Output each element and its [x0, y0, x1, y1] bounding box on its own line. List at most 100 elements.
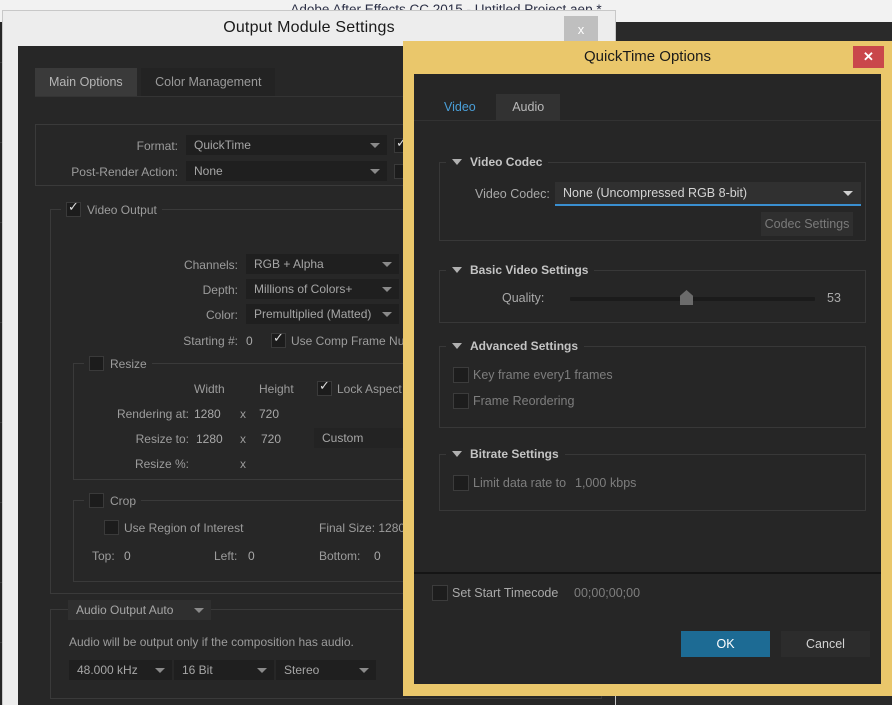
use-region-of-interest-checkbox[interactable]	[104, 520, 119, 535]
resize-x-separator: x	[240, 432, 246, 446]
chevron-down-icon	[382, 262, 392, 267]
audio-output-mode-dropdown[interactable]: Audio Output Auto	[68, 600, 211, 620]
channels-dropdown[interactable]: RGB + Alpha	[246, 254, 399, 274]
frame-reordering-label: Frame Reordering	[473, 394, 575, 408]
resize-preset-value: Custom	[322, 431, 364, 445]
close-icon[interactable]: x	[564, 16, 598, 42]
tab-color-management[interactable]: Color Management	[141, 68, 276, 96]
key-frame-every-value[interactable]: 1 frames	[564, 368, 613, 382]
width-column-header: Width	[194, 382, 225, 396]
tab-audio[interactable]: Audio	[496, 94, 561, 120]
height-column-header: Height	[259, 382, 294, 396]
audio-sample-rate-dropdown[interactable]: 48.000 kHz	[69, 660, 172, 680]
codec-settings-button[interactable]: Codec Settings	[761, 212, 853, 236]
advanced-settings-section-title: Advanced Settings	[446, 339, 585, 353]
crop-top-value[interactable]: 0	[124, 549, 131, 563]
quicktime-options-title: QuickTime Options	[584, 48, 711, 65]
basic-video-settings-section-label: Basic Video Settings	[470, 263, 589, 277]
resize-checkbox[interactable]	[89, 356, 104, 371]
key-frame-every-label: Key frame every	[473, 368, 565, 382]
starting-number-value[interactable]: 0	[246, 334, 253, 348]
ok-button[interactable]: OK	[681, 631, 770, 657]
video-codec-label: Video Codec:	[475, 187, 550, 201]
post-render-action-dropdown[interactable]: None	[186, 161, 387, 181]
chevron-down-icon	[359, 668, 369, 673]
use-comp-frame-number-checkbox[interactable]	[271, 330, 286, 348]
advanced-settings-section: Advanced Settings Key frame every 1 fram…	[439, 339, 866, 428]
quicktime-tabs: Video Audio	[428, 94, 561, 120]
limit-data-rate-checkbox[interactable]	[453, 475, 469, 491]
video-codec-section: Video Codec Video Codec: None (Uncompres…	[439, 155, 866, 241]
audio-channels-dropdown[interactable]: Stereo	[276, 660, 376, 680]
tab-video[interactable]: Video	[428, 94, 492, 120]
video-codec-section-title: Video Codec	[446, 155, 549, 169]
color-label: Color:	[205, 308, 238, 322]
channels-value: RGB + Alpha	[254, 257, 324, 271]
crop-checkbox[interactable]	[89, 493, 104, 508]
audio-output-note: Audio will be output only if the composi…	[69, 635, 354, 649]
quicktime-options-titlebar: QuickTime Options ✕	[403, 41, 892, 74]
video-codec-dropdown[interactable]: None (Uncompressed RGB 8-bit)	[555, 182, 861, 206]
output-module-tabs: Main Options Color Management	[35, 68, 276, 96]
video-output-checkbox[interactable]	[66, 199, 81, 217]
chevron-down-icon	[382, 312, 392, 317]
format-dropdown-value: QuickTime	[194, 138, 251, 152]
resize-to-label: Resize to:	[135, 432, 189, 446]
cancel-button[interactable]: Cancel	[781, 631, 870, 657]
bitrate-settings-section-title: Bitrate Settings	[446, 447, 565, 461]
footer-divider	[414, 572, 881, 574]
quality-value: 53	[827, 291, 841, 305]
limit-data-rate-value[interactable]: 1,000	[575, 476, 606, 490]
audio-bit-depth-value: 16 Bit	[182, 663, 213, 677]
close-icon[interactable]: ✕	[853, 46, 884, 68]
rendering-width-value: 1280	[194, 407, 221, 421]
quicktime-options-body: Video Audio Video Codec Video Codec: Non…	[414, 74, 881, 684]
set-start-timecode-label: Set Start Timecode	[452, 586, 559, 600]
key-frame-every-checkbox[interactable]	[453, 367, 469, 383]
output-module-settings-title: Output Module Settings	[223, 19, 395, 36]
chevron-down-icon[interactable]	[452, 159, 462, 165]
crop-bottom-value[interactable]: 0	[374, 549, 381, 563]
chevron-down-icon	[194, 608, 204, 613]
post-render-action-label: Post-Render Action:	[71, 165, 178, 179]
chevron-down-icon	[382, 287, 392, 292]
audio-bit-depth-dropdown[interactable]: 16 Bit	[174, 660, 274, 680]
resize-label: Resize	[110, 356, 147, 371]
starting-number-label: Starting #:	[183, 334, 238, 348]
chevron-down-icon[interactable]	[452, 451, 462, 457]
resize-width-value[interactable]: 1280	[196, 432, 223, 446]
start-timecode-value[interactable]: 00;00;00;00	[574, 586, 640, 600]
crop-bottom-label: Bottom:	[319, 549, 361, 563]
crop-left-value[interactable]: 0	[248, 549, 255, 563]
resize-percent-x-separator: x	[240, 457, 246, 471]
format-label: Format:	[136, 139, 178, 153]
format-dropdown[interactable]: QuickTime	[186, 135, 387, 155]
rendering-x-separator: x	[240, 407, 246, 421]
video-codec-section-label: Video Codec	[470, 155, 543, 169]
quality-slider-thumb[interactable]	[680, 290, 693, 305]
color-value: Premultiplied (Matted)	[254, 307, 372, 321]
chevron-down-icon[interactable]	[452, 267, 462, 273]
bitrate-settings-section-label: Bitrate Settings	[470, 447, 559, 461]
chevron-down-icon[interactable]	[452, 343, 462, 349]
quicktime-tabs-underline	[414, 120, 881, 121]
frame-reordering-checkbox[interactable]	[453, 393, 469, 409]
channels-label: Channels:	[183, 258, 238, 272]
audio-output-mode-value: Audio Output Auto	[76, 603, 174, 617]
tab-main-options[interactable]: Main Options	[35, 68, 137, 96]
rendering-at-label: Rendering at:	[116, 407, 189, 421]
resize-percent-label: Resize %:	[134, 457, 189, 471]
resize-height-value[interactable]: 720	[261, 432, 281, 446]
chevron-down-icon	[155, 668, 165, 673]
lock-aspect-ratio-checkbox[interactable]	[317, 378, 332, 396]
basic-video-settings-section: Basic Video Settings Quality: 53	[439, 263, 866, 323]
chevron-down-icon	[843, 191, 853, 196]
audio-channels-value: Stereo	[284, 663, 320, 677]
crop-label: Crop	[110, 493, 137, 508]
quicktime-options-window: QuickTime Options ✕ Video Audio Video Co…	[403, 41, 892, 696]
use-region-of-interest-label: Use Region of Interest	[124, 521, 244, 535]
set-start-timecode-checkbox[interactable]	[432, 585, 448, 601]
color-dropdown[interactable]: Premultiplied (Matted)	[246, 304, 399, 324]
depth-dropdown[interactable]: Millions of Colors+	[246, 279, 399, 299]
chevron-down-icon	[370, 169, 380, 174]
